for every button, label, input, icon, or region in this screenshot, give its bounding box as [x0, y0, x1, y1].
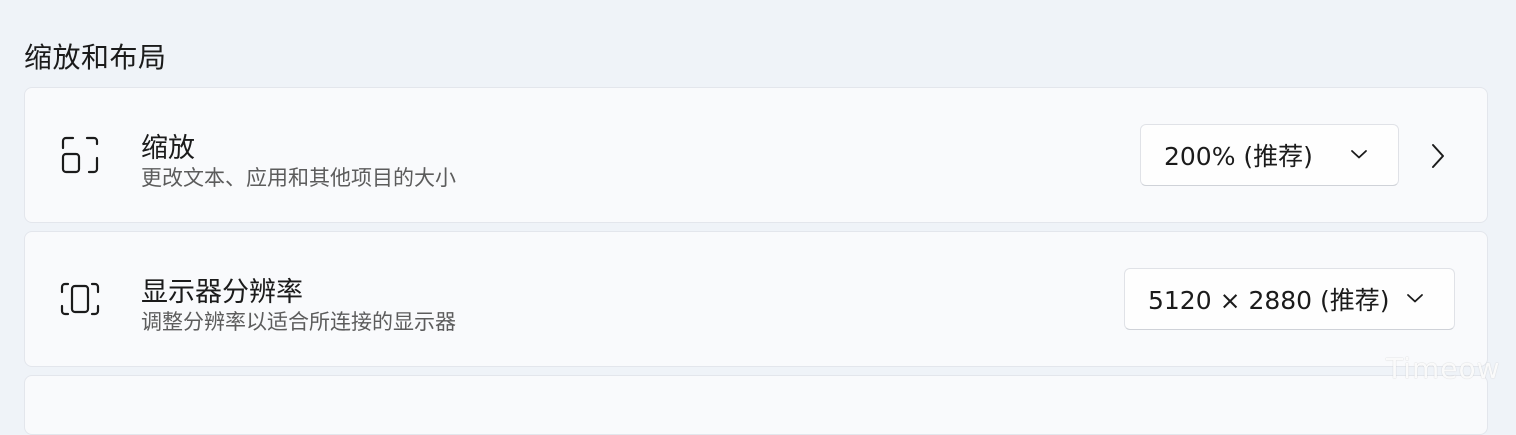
scale-dropdown-value: 200% (推荐)	[1164, 142, 1313, 171]
chevron-right-icon[interactable]	[1429, 142, 1447, 170]
resolution-icon	[60, 282, 100, 316]
resolution-dropdown[interactable]: 5120 × 2880 (推荐)	[1124, 268, 1455, 330]
resolution-title: 显示器分辨率	[141, 277, 303, 308]
scale-dropdown[interactable]: 200% (推荐)	[1140, 124, 1399, 186]
scale-setting-card[interactable]: 缩放 更改文本、应用和其他项目的大小 200% (推荐)	[24, 87, 1488, 223]
watermark-text: Timeow	[1386, 352, 1501, 385]
scale-subtitle: 更改文本、应用和其他项目的大小	[141, 166, 456, 190]
scale-title: 缩放	[141, 133, 195, 164]
resolution-dropdown-value: 5120 × 2880 (推荐)	[1148, 286, 1390, 315]
chevron-down-icon	[1407, 294, 1423, 303]
scale-icon	[61, 136, 99, 174]
section-title: 缩放和布局	[24, 41, 167, 74]
resolution-setting-card: 显示器分辨率 调整分辨率以适合所连接的显示器 5120 × 2880 (推荐)	[24, 231, 1488, 367]
next-setting-card[interactable]	[24, 375, 1488, 435]
resolution-subtitle: 调整分辨率以适合所连接的显示器	[141, 310, 456, 334]
chevron-down-icon	[1351, 150, 1367, 159]
